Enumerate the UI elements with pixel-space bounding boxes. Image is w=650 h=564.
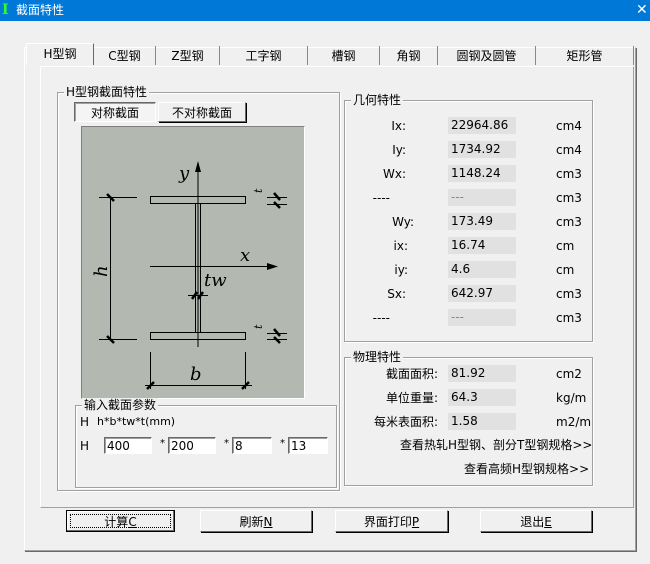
high-freq-h-spec-link[interactable]: 查看高频H型钢规格>> (464, 461, 589, 477)
physical-group-label: 物理特性 (351, 350, 404, 364)
prop-label: Wy: (392, 215, 414, 229)
x-axis-label: x (240, 245, 250, 266)
prop-value: --- (448, 189, 516, 206)
h-height-input[interactable] (104, 437, 152, 454)
app-icon: I (2, 2, 9, 18)
prop-unit: cm4 (556, 143, 582, 157)
prop-label: Ix: (391, 119, 406, 133)
separator: * (280, 438, 285, 449)
tw-web-thickness-input[interactable] (232, 437, 272, 454)
tab-rect-tube[interactable]: 矩形管 (536, 46, 634, 65)
separator: * (160, 438, 165, 449)
prop-unit: cm4 (556, 119, 582, 133)
prop-value: 1.58 (448, 413, 516, 430)
prop-unit: cm2 (556, 367, 582, 381)
y-axis-arrow (195, 161, 201, 172)
y-axis-label: y (178, 163, 190, 184)
prop-unit: cm (556, 263, 575, 277)
button-text: 退出 (520, 515, 545, 529)
close-icon[interactable]: ✕ (636, 0, 650, 21)
tab-h-steel[interactable]: H型钢 (26, 43, 94, 65)
tab-c-steel[interactable]: C型钢 (94, 46, 156, 65)
format-label: h*b*tw*t(mm) (97, 415, 176, 428)
window-title: 截面特性 (16, 3, 65, 17)
type-label: H (80, 415, 90, 429)
t-top-label: t (252, 188, 265, 193)
geometry-group-label: 几何特性 (351, 93, 404, 107)
accelerator-key: C (128, 515, 137, 529)
prop-label: 单位重量: (385, 391, 438, 405)
prop-value: 81.92 (448, 365, 516, 382)
t-bottom-label: t (252, 324, 265, 329)
prop-unit: cm (556, 239, 575, 253)
prop-value: 16.74 (448, 237, 516, 254)
separator: * (224, 438, 229, 449)
prop-unit: cm3 (556, 167, 582, 181)
t-flange-thickness-input[interactable] (288, 437, 328, 454)
prop-label: 每米表面积: (373, 415, 438, 429)
title-bar: I 截面特性 ✕ (0, 0, 650, 21)
tw-label: tw (204, 270, 227, 291)
symmetric-section-button[interactable]: 对称截面 (74, 102, 156, 122)
h-label: h (91, 265, 112, 277)
tab-round-tube[interactable]: 圆钢及圆管 (438, 46, 536, 65)
h-section-diagram: y x tw b h t t (81, 126, 305, 399)
accelerator-key: E (544, 515, 552, 529)
x-axis-arrow (267, 263, 278, 270)
tab-channel[interactable]: 槽钢 (308, 46, 380, 65)
print-button[interactable]: 界面打印P (335, 510, 448, 532)
tab-z-steel[interactable]: Z型钢 (156, 46, 220, 65)
prop-label: ix: (393, 239, 408, 253)
prop-label: Sx: (387, 287, 406, 301)
prop-unit: m2/m (556, 415, 592, 429)
section-group-label: H型钢截面特性 (64, 85, 150, 99)
prop-unit: cm3 (556, 191, 582, 205)
tab-angle[interactable]: 角钢 (380, 46, 438, 65)
prop-value: --- (448, 309, 516, 326)
row-type-label: H (80, 439, 90, 453)
prop-value: 642.97 (448, 285, 516, 302)
prop-unit: cm3 (556, 311, 582, 325)
prop-value: 22964.86 (448, 117, 516, 134)
prop-value: 1734.92 (448, 141, 516, 158)
tab-i-beam[interactable]: 工字钢 (220, 46, 308, 65)
prop-value: 64.3 (448, 389, 516, 406)
accelerator-key: N (263, 515, 273, 529)
calculate-button[interactable]: 计算C (66, 510, 175, 532)
hot-rolled-h-spec-link[interactable]: 查看热轧H型钢、剖分T型钢规格>> (400, 437, 592, 453)
h-section-drawing: y x tw b h t t (91, 161, 287, 390)
prop-value: 173.49 (448, 213, 516, 230)
asymmetric-section-button[interactable]: 不对称截面 (158, 102, 246, 122)
accelerator-key: P (411, 515, 420, 529)
input-params-label: 输入截面参数 (82, 398, 159, 412)
button-text: 刷新 (239, 515, 264, 529)
prop-unit: cm3 (556, 215, 582, 229)
exit-button[interactable]: 退出E (480, 510, 592, 532)
prop-label: ---- (372, 191, 390, 205)
prop-unit: cm3 (556, 287, 582, 301)
prop-value: 4.6 (448, 261, 516, 278)
prop-label: 截面面积: (385, 367, 438, 381)
prop-label: iy: (394, 263, 408, 277)
button-text: 计算 (104, 515, 129, 529)
button-text: 界面打印 (363, 515, 412, 529)
b-label: b (190, 364, 202, 385)
prop-label: Iy: (392, 143, 406, 157)
b-width-input[interactable] (168, 437, 216, 454)
prop-label: ---- (372, 311, 390, 325)
prop-unit: kg/m (556, 391, 587, 405)
refresh-button[interactable]: 刷新N (200, 510, 312, 532)
prop-value: 1148.24 (448, 165, 516, 182)
prop-label: Wx: (382, 167, 406, 181)
